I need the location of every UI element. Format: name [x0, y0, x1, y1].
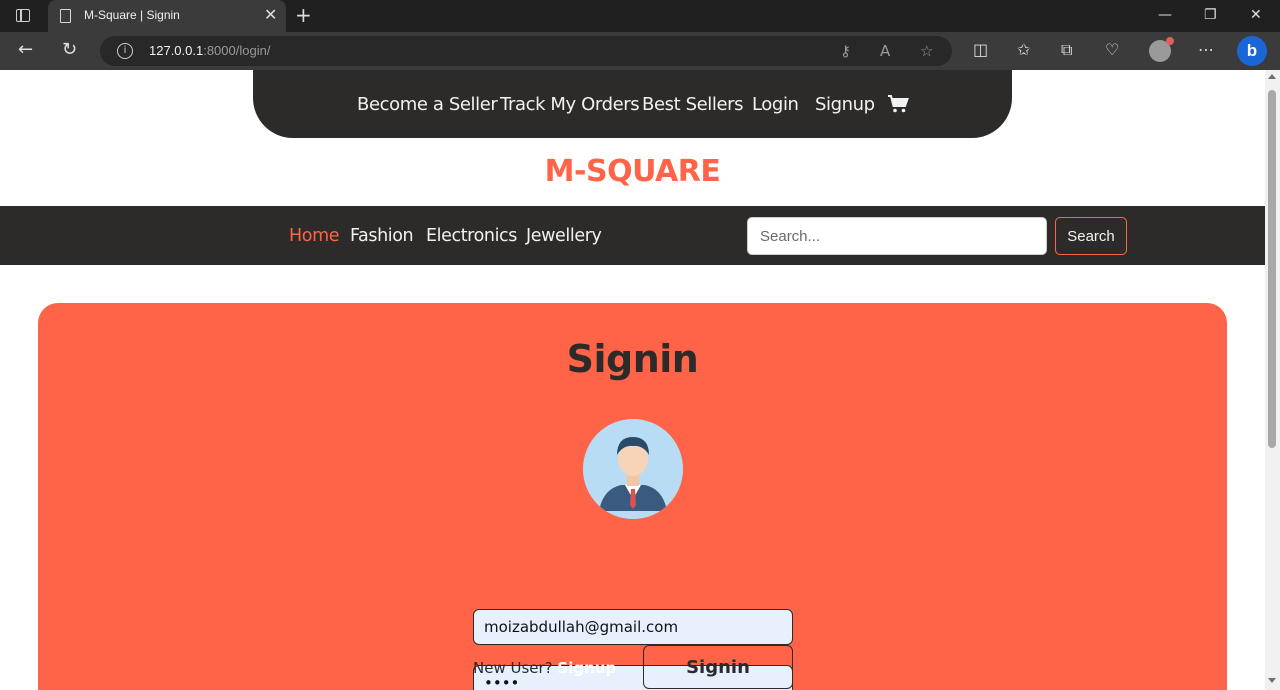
- window-close-icon[interactable]: ✕: [1250, 6, 1262, 24]
- performance-icon[interactable]: ♡: [1105, 41, 1119, 59]
- top-nav: Become a Seller Track My Orders Best Sel…: [253, 70, 1012, 138]
- nav-become-seller[interactable]: Become a Seller: [357, 94, 498, 115]
- favorites-icon[interactable]: ✩: [1017, 41, 1030, 59]
- document-icon: [60, 9, 71, 23]
- scroll-down-icon[interactable]: [1268, 678, 1276, 683]
- browser-tab-bar: M-Square | Signin ✕ + — ❐ ✕: [0, 0, 1280, 32]
- user-avatar-icon: [583, 419, 683, 519]
- page-content: Become a Seller Track My Orders Best Sel…: [0, 70, 1265, 690]
- profile-icon[interactable]: [1149, 37, 1174, 62]
- bing-icon[interactable]: b: [1237, 36, 1267, 66]
- email-field[interactable]: [473, 609, 793, 645]
- address-bar[interactable]: i 127.0.0.1:8000/login/ ⚷ A ☆: [100, 36, 952, 66]
- nav-signup[interactable]: Signup: [815, 94, 875, 115]
- new-tab-icon[interactable]: +: [295, 4, 312, 26]
- restore-icon[interactable]: ❐: [1204, 6, 1217, 24]
- info-icon[interactable]: i: [117, 43, 133, 59]
- refresh-icon[interactable]: ↻: [62, 40, 77, 60]
- category-home[interactable]: Home: [289, 226, 339, 246]
- signin-card: Signin New User? Signup Signin: [38, 303, 1227, 690]
- key-icon[interactable]: ⚷: [840, 42, 851, 60]
- signin-title: Signin: [566, 337, 699, 381]
- scrollbar-thumb[interactable]: [1268, 90, 1276, 448]
- nav-best-sellers[interactable]: Best Sellers: [642, 94, 744, 115]
- category-bar: Home Fashion Electronics Jewellery Searc…: [0, 206, 1265, 265]
- sidebar-icon[interactable]: [16, 9, 30, 22]
- close-icon[interactable]: ✕: [264, 6, 277, 24]
- minimize-icon[interactable]: —: [1158, 6, 1172, 24]
- nav-track-orders[interactable]: Track My Orders: [500, 94, 640, 115]
- more-icon[interactable]: ⋯: [1198, 41, 1214, 59]
- url-text[interactable]: 127.0.0.1:8000/login/: [149, 43, 270, 58]
- new-user-prompt: New User? Signup: [473, 659, 616, 677]
- collections-icon[interactable]: ⧉: [1061, 41, 1072, 59]
- tab-title: M-Square | Signin: [84, 8, 180, 22]
- search-input[interactable]: [747, 217, 1047, 255]
- category-fashion[interactable]: Fashion: [350, 226, 414, 246]
- read-aloud-icon[interactable]: A: [880, 42, 890, 60]
- browser-toolbar: ← ↻ i 127.0.0.1:8000/login/ ⚷ A ☆ ◫ ✩ ⧉ …: [0, 32, 1280, 70]
- split-screen-icon[interactable]: ◫: [973, 41, 988, 59]
- brand-logo[interactable]: M-SQUARE: [0, 154, 1265, 189]
- back-icon[interactable]: ←: [18, 40, 33, 60]
- new-user-label: New User?: [473, 659, 553, 677]
- category-jewellery[interactable]: Jewellery: [526, 226, 602, 246]
- category-electronics[interactable]: Electronics: [426, 226, 517, 246]
- browser-tab[interactable]: M-Square | Signin ✕: [48, 0, 286, 32]
- scrollbar[interactable]: [1265, 70, 1280, 690]
- signin-button[interactable]: Signin: [643, 645, 793, 689]
- search-button[interactable]: Search: [1055, 217, 1127, 255]
- signup-link[interactable]: Signup: [557, 659, 616, 677]
- favorite-icon[interactable]: ☆: [920, 42, 933, 60]
- nav-login[interactable]: Login: [752, 94, 799, 115]
- cart-icon[interactable]: [887, 94, 909, 114]
- scroll-up-icon[interactable]: [1268, 74, 1276, 79]
